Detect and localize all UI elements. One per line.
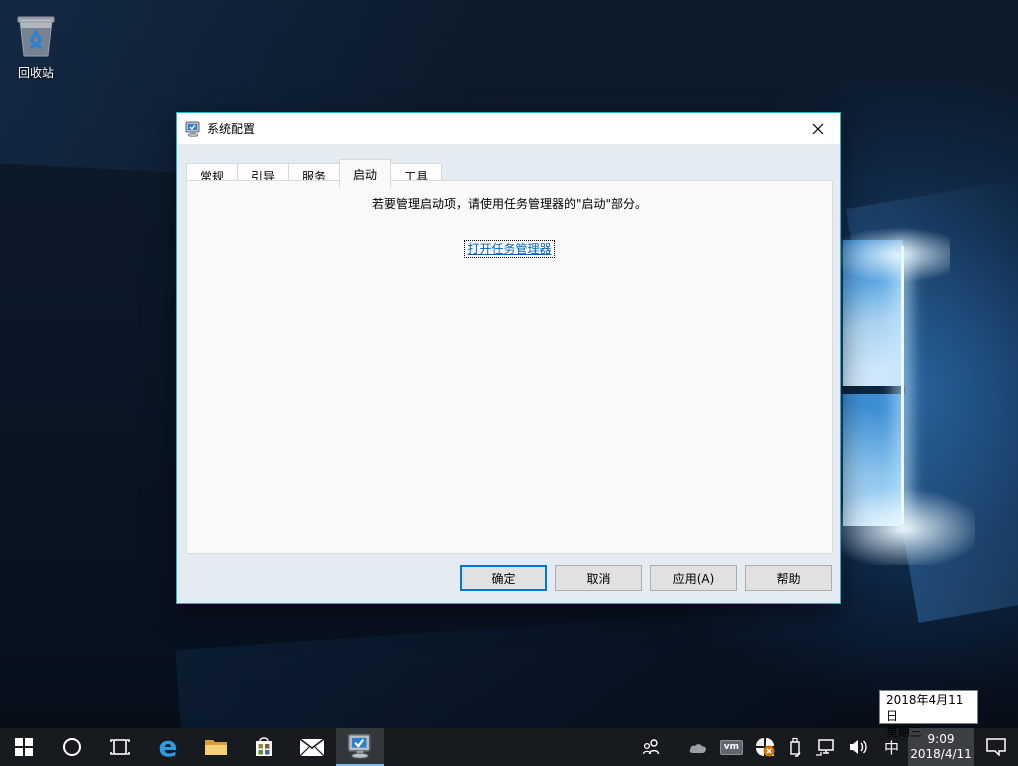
tooltip-date: 2018年4月11日 [886,692,971,724]
action-center-button[interactable] [974,728,1018,766]
usb-device-icon [787,737,803,757]
people-button[interactable] [636,728,674,766]
windows-logo-icon [15,738,33,756]
msconfig-icon [347,733,373,759]
startup-tab-panel: 若要管理启动项，请使用任务管理器的"启动"部分。 打开任务管理器 [186,180,833,554]
startup-message: 若要管理启动项，请使用任务管理器的"启动"部分。 [187,195,832,212]
vmware-icon: vm [720,740,743,755]
close-button[interactable] [795,113,840,144]
recycle-bin-icon [13,10,59,62]
cortana-circle-icon [62,737,82,757]
store-button[interactable] [240,728,288,766]
people-icon [642,739,662,755]
dialog-buttons: 确定 取消 应用(A) 帮助 [460,565,832,591]
mail-icon [300,739,324,756]
close-icon [812,123,824,135]
action-center-icon [986,738,1006,756]
date-tooltip: 2018年4月11日 星期三 [879,690,978,724]
volume-tray-button[interactable] [843,728,875,766]
system-configuration-window: 系统配置 常规 引导 服务 启动 工具 若要管理启动项，请使用任务管理器的"启动… [176,112,841,604]
msconfig-taskbar-button[interactable] [336,728,384,766]
taskbar: e [0,728,1018,766]
edge-icon: e [159,733,178,761]
cancel-button[interactable]: 取消 [555,565,642,591]
usb-tray-button[interactable] [781,728,809,766]
recycle-bin-label: 回收站 [6,64,66,81]
edge-button[interactable]: e [144,728,192,766]
network-tray-button[interactable] [809,728,843,766]
dialog-title: 系统配置 [207,120,255,137]
network-icon [815,738,837,756]
vmware-tray-button[interactable]: vm [714,728,749,766]
wallpaper-window-edge [901,246,904,524]
file-explorer-icon [204,737,228,757]
onedrive-tray-button[interactable] [682,728,714,766]
msconfig-icon [185,121,201,137]
start-button[interactable] [0,728,48,766]
task-view-button[interactable] [96,728,144,766]
wallpaper-window-crossbar [841,386,905,394]
task-view-icon [109,738,131,756]
cortana-search-button[interactable] [48,728,96,766]
onedrive-cloud-icon [688,741,708,754]
open-task-manager-link[interactable]: 打开任务管理器 [465,241,553,257]
recycle-bin-shortcut[interactable]: 回收站 [6,10,66,81]
ok-button[interactable]: 确定 [460,565,547,591]
file-explorer-button[interactable] [192,728,240,766]
defender-icon [755,737,775,757]
defender-tray-button[interactable] [749,728,781,766]
apply-button[interactable]: 应用(A) [650,565,737,591]
store-icon [254,736,274,758]
mail-button[interactable] [288,728,336,766]
tab-startup[interactable]: 启动 [339,159,391,188]
volume-icon [849,738,869,756]
help-button[interactable]: 帮助 [745,565,832,591]
tooltip-weekday: 星期三 [886,724,971,740]
dialog-titlebar[interactable]: 系统配置 [177,113,840,144]
clock-date: 2018/4/11 [908,747,974,762]
